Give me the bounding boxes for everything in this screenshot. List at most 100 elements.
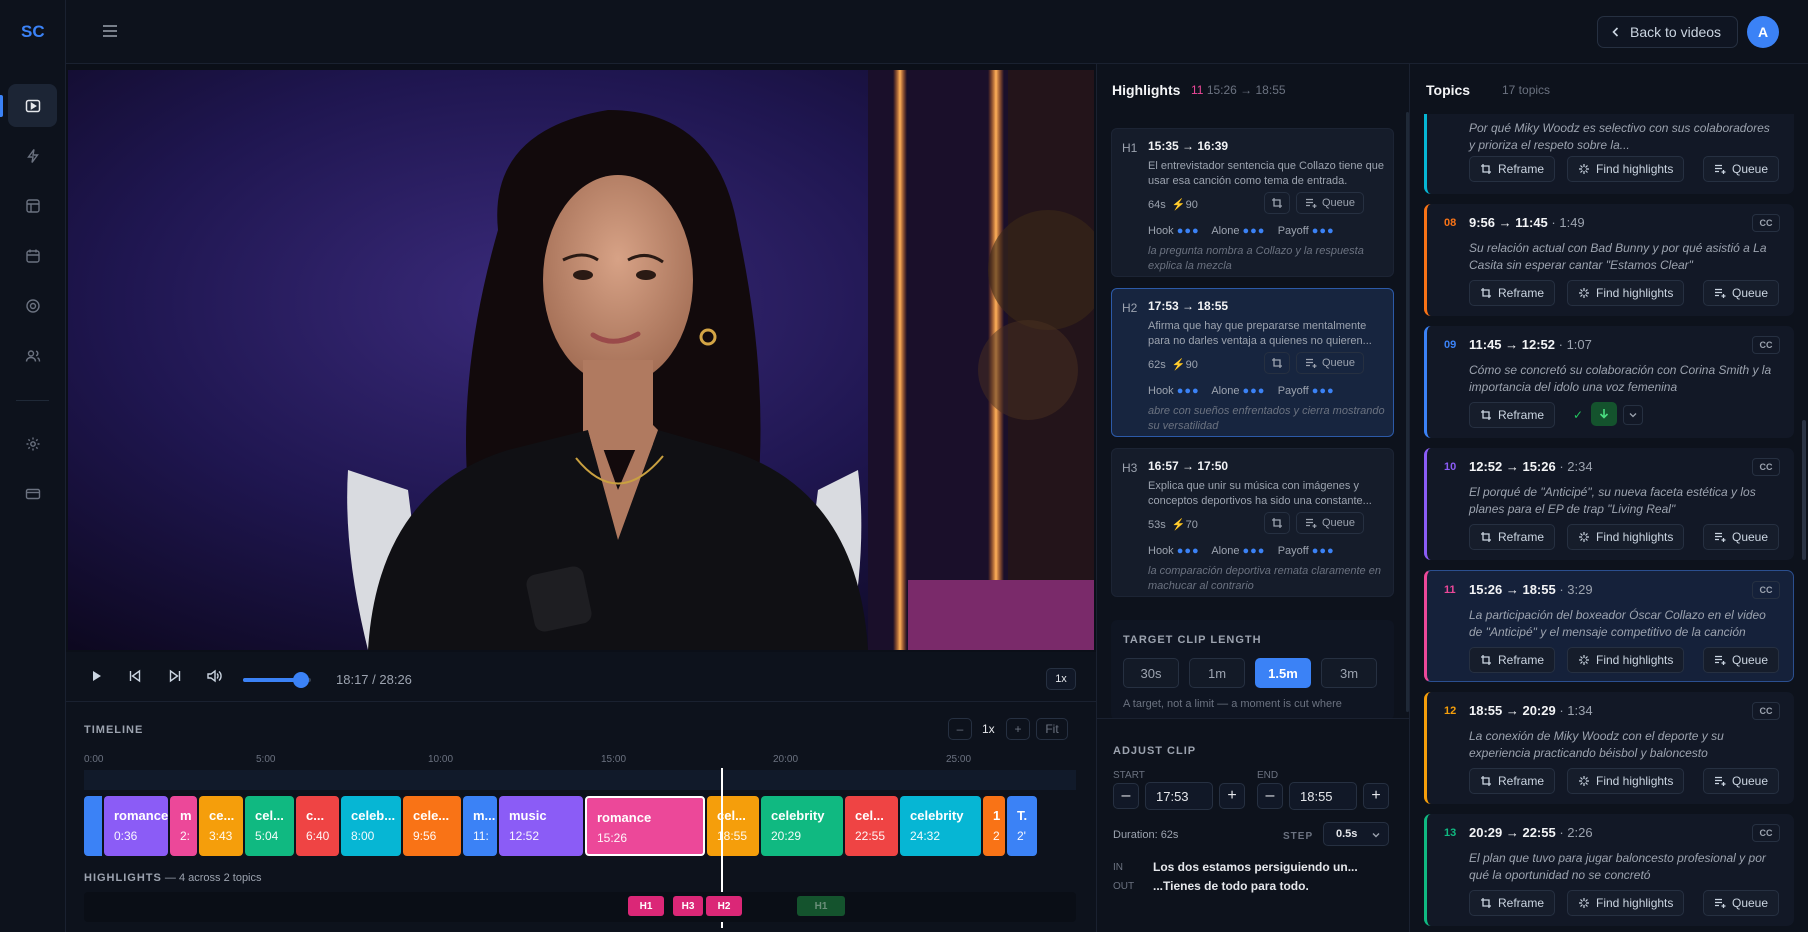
ruler-label: 10:00 <box>428 754 454 765</box>
timeline-segment-start[interactable] <box>84 796 102 856</box>
brand-logo[interactable]: SC <box>21 22 45 42</box>
topics-scrollbar[interactable] <box>1802 420 1806 560</box>
menu-toggle[interactable] <box>102 24 118 41</box>
play-button[interactable] <box>90 669 104 686</box>
zoom-out-button[interactable]: – <box>948 718 972 740</box>
timeline-segment[interactable]: romance 0:36 <box>104 796 168 856</box>
topic-card[interactable]: 08 9:56 → 11:45 · 1:49 CC Su relación actua… <box>1424 204 1794 316</box>
timeline-segment[interactable]: music 12:52 <box>499 796 583 856</box>
timeline-segment[interactable]: cel... 5:04 <box>245 796 294 856</box>
find-highlights-button[interactable]: Find highlights <box>1567 768 1685 794</box>
nav-videos[interactable] <box>8 84 57 127</box>
reframe-crop-button[interactable] <box>1264 192 1290 214</box>
nav-calendar[interactable] <box>8 234 57 277</box>
queue-button[interactable]: Queue <box>1296 512 1364 534</box>
crop-icon <box>1481 288 1491 298</box>
timeline-segment[interactable]: m... 11: <box>463 796 497 856</box>
reframe-button[interactable]: Reframe <box>1469 890 1556 916</box>
highlight-chip[interactable]: H2 <box>706 896 742 916</box>
highlight-card[interactable]: H1 15:35 → 16:39 El entrevistador sentenci… <box>1111 128 1394 277</box>
captions-button[interactable]: CC <box>1752 702 1780 720</box>
captions-button[interactable]: CC <box>1752 458 1780 476</box>
volume-knob[interactable] <box>292 672 309 688</box>
queue-button[interactable]: Queue <box>1296 352 1364 374</box>
topic-card-partial[interactable]: Por qué Miky Woodz es selectivo con sus … <box>1424 114 1794 194</box>
reframe-button[interactable]: Reframe <box>1469 768 1556 794</box>
topic-card[interactable]: 12 18:55 → 20:29 · 1:34 CC La conexión de M… <box>1424 692 1794 804</box>
timeline-segment[interactable]: c... 6:40 <box>296 796 339 856</box>
timeline-segment[interactable]: romance 15:26 <box>585 796 705 856</box>
timeline-segment[interactable]: m 2: <box>170 796 197 856</box>
timeline-segment[interactable]: ce... 3:43 <box>199 796 243 856</box>
reframe-button[interactable]: Reframe <box>1469 524 1556 550</box>
reframe-crop-button[interactable] <box>1264 352 1290 374</box>
highlight-card[interactable]: H2 17:53 → 18:55 Afirma que hay que prepar… <box>1111 288 1394 437</box>
nav-mentions[interactable] <box>8 284 57 327</box>
nav-users[interactable] <box>8 334 57 377</box>
reframe-button[interactable]: Reframe <box>1469 280 1556 306</box>
timeline-segment[interactable]: 12 <box>983 796 1005 856</box>
highlight-chip[interactable]: H3 <box>673 896 703 916</box>
nav-highlights[interactable] <box>8 134 57 177</box>
queue-button[interactable]: Queue <box>1703 524 1780 550</box>
queue-button[interactable]: Queue <box>1703 890 1780 916</box>
length-1-5m-button[interactable]: 1.5m <box>1255 658 1311 688</box>
timeline-segment[interactable]: celeb... 8:00 <box>341 796 401 856</box>
topic-card[interactable]: 11 15:26 → 18:55 · 3:29 CC La participación… <box>1424 570 1794 682</box>
topic-card[interactable]: 13 20:29 → 22:55 · 2:26 CC El plan que tuvo… <box>1424 814 1794 926</box>
user-avatar[interactable]: A <box>1747 16 1779 48</box>
queue-button[interactable]: Queue <box>1296 192 1364 214</box>
nav-layouts[interactable] <box>8 184 57 227</box>
captions-button[interactable]: CC <box>1752 214 1780 232</box>
captions-button[interactable]: CC <box>1752 336 1780 354</box>
reframe-button[interactable]: Reframe <box>1469 647 1556 673</box>
find-highlights-button[interactable]: Find highlights <box>1567 156 1685 182</box>
fit-button[interactable]: Fit <box>1036 718 1068 740</box>
playback-speed-button[interactable]: 1x <box>1046 668 1076 690</box>
find-highlights-button[interactable]: Find highlights <box>1567 890 1685 916</box>
length-3m-button[interactable]: 3m <box>1321 658 1377 688</box>
topic-card[interactable]: 09 11:45 → 12:52 · 1:07 CC Cómo se concretó… <box>1424 326 1794 438</box>
timeline-segment[interactable]: celebrity 20:29 <box>761 796 843 856</box>
timeline-segment[interactable]: celebrity 24:32 <box>900 796 981 856</box>
length-1m-button[interactable]: 1m <box>1189 658 1245 688</box>
end-time-input[interactable]: 18:55 <box>1289 782 1357 810</box>
timeline-segment[interactable]: cel... 18:55 <box>707 796 759 856</box>
captions-button[interactable]: CC <box>1752 824 1780 842</box>
more-options-button[interactable] <box>1623 405 1643 425</box>
video-frame[interactable] <box>68 70 1094 650</box>
topic-card[interactable]: 10 12:52 → 15:26 · 2:34 CC El porqué de "An… <box>1424 448 1794 560</box>
queue-button[interactable]: Queue <box>1703 768 1780 794</box>
queue-button[interactable]: Queue <box>1703 647 1780 673</box>
start-time-input[interactable]: 17:53 <box>1145 782 1213 810</box>
find-highlights-button[interactable]: Find highlights <box>1567 280 1685 306</box>
length-30s-button[interactable]: 30s <box>1123 658 1179 688</box>
download-button[interactable] <box>1591 402 1617 426</box>
volume-button[interactable] <box>206 669 222 686</box>
start-minus-button[interactable]: – <box>1113 783 1139 809</box>
find-highlights-button[interactable]: Find highlights <box>1567 524 1685 550</box>
queue-button[interactable]: Queue <box>1703 156 1780 182</box>
reframe-button[interactable]: Reframe <box>1469 156 1556 182</box>
timeline-segment[interactable]: cel... 22:55 <box>845 796 898 856</box>
captions-button[interactable]: CC <box>1752 581 1780 599</box>
highlight-chip[interactable]: H1 <box>628 896 664 916</box>
start-plus-button[interactable]: + <box>1219 783 1245 809</box>
highlight-card[interactable]: H3 16:57 → 17:50 Explica que unir su músic… <box>1111 448 1394 597</box>
end-minus-button[interactable]: – <box>1257 783 1283 809</box>
find-highlights-button[interactable]: Find highlights <box>1567 647 1685 673</box>
timeline-segment[interactable]: T. 2' <box>1007 796 1037 856</box>
queue-button[interactable]: Queue <box>1703 280 1780 306</box>
zoom-in-button[interactable]: + <box>1006 718 1030 740</box>
nav-settings[interactable] <box>8 422 57 465</box>
skip-back-button[interactable] <box>128 669 142 686</box>
highlight-chip[interactable]: H1 <box>797 896 845 916</box>
nav-billing[interactable] <box>8 472 57 515</box>
reframe-crop-button[interactable] <box>1264 512 1290 534</box>
skip-forward-button[interactable] <box>168 669 182 686</box>
end-plus-button[interactable]: + <box>1363 783 1389 809</box>
reframe-button[interactable]: Reframe <box>1469 402 1556 428</box>
timeline-segment[interactable]: cele... 9:56 <box>403 796 461 856</box>
back-to-videos-button[interactable]: Back to videos <box>1597 16 1739 48</box>
step-select[interactable]: 0.5s <box>1323 822 1389 846</box>
